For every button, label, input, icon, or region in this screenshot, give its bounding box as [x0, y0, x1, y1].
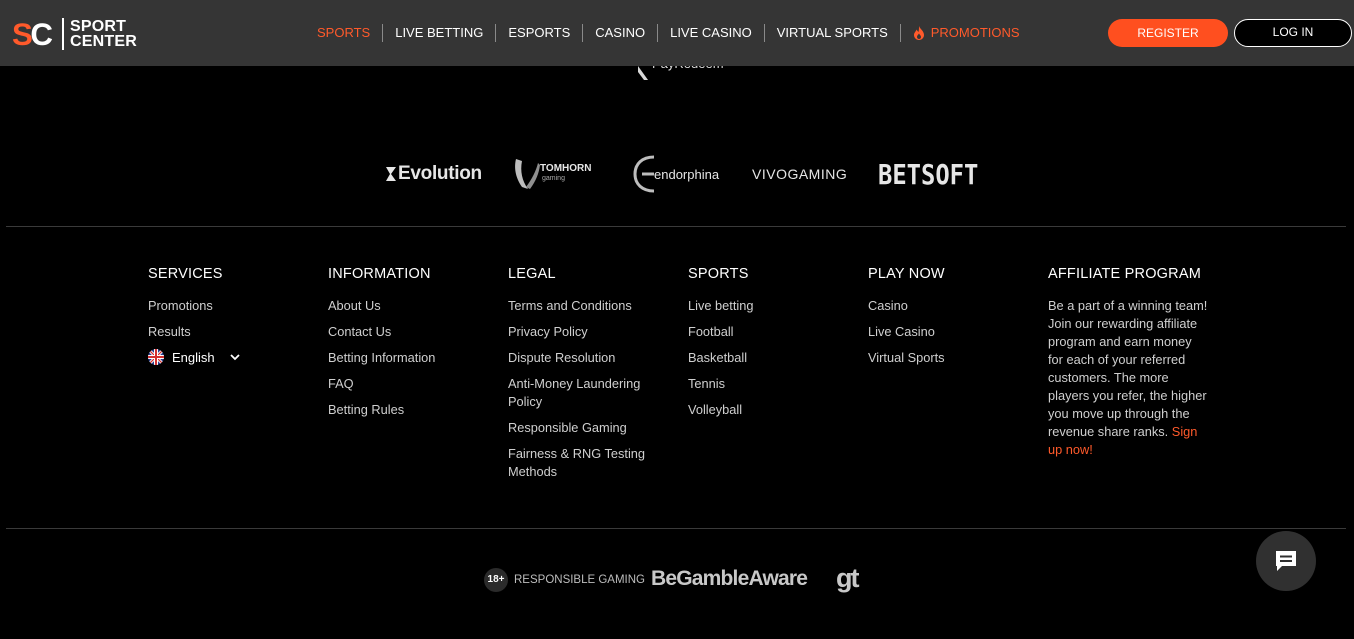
nav-casino[interactable]: CASINO — [582, 24, 657, 42]
tomhorn-horn-icon — [515, 159, 540, 189]
login-button[interactable]: LOG IN — [1234, 19, 1352, 47]
endorphina-logo: endorphina — [632, 150, 719, 198]
begambleaware-logo[interactable]: BeGambleAware — [651, 567, 808, 591]
footer-col-play-now: PLAY NOW Casino Live Casino Virtual Spor… — [868, 266, 1038, 375]
divider-top — [6, 226, 1346, 227]
footer-link-betting-information[interactable]: Betting Information — [328, 349, 498, 367]
evolution-label: Evolution — [398, 163, 482, 184]
chat-button[interactable] — [1256, 531, 1316, 591]
footer-link-aml[interactable]: Anti-Money Laundering Policy — [508, 375, 668, 411]
footer-col-sports: SPORTS Live betting Football Basketball … — [688, 266, 858, 427]
page: S C SPORT CENTER SPORTS LIVE BETTING ESP… — [0, 0, 1354, 639]
flame-icon — [913, 26, 924, 40]
footer-link-casino[interactable]: Casino — [868, 297, 1038, 315]
tomhorn-sub-label: gaming — [542, 175, 565, 182]
footer-link-fairness[interactable]: Fairness & RNG Testing Methods — [508, 445, 668, 481]
footer-col-affiliate: AFFILIATE PROGRAM Be a part of a winning… — [1048, 266, 1208, 459]
footer-col-information: INFORMATION About Us Contact Us Betting … — [328, 266, 498, 427]
footer-link-tennis[interactable]: Tennis — [688, 375, 858, 393]
footer-link-live-betting[interactable]: Live betting — [688, 297, 858, 315]
footer-link-volleyball[interactable]: Volleyball — [688, 401, 858, 419]
sc-logo-icon: S C — [12, 17, 53, 52]
nav-promotions[interactable]: PROMOTIONS — [899, 24, 1032, 42]
language-selector[interactable]: English — [148, 349, 318, 365]
register-button[interactable]: REGISTER — [1108, 19, 1228, 47]
betsoft-logo: BETSOFT — [878, 150, 978, 198]
footer-link-faq[interactable]: FAQ — [328, 375, 498, 393]
chevron-down-icon — [230, 354, 240, 361]
footer-link-about-us[interactable]: About Us — [328, 297, 498, 315]
footer-link-responsible-gaming[interactable]: Responsible Gaming — [508, 419, 668, 437]
footer-link-contact-us[interactable]: Contact Us — [328, 323, 498, 341]
language-label: English — [172, 349, 215, 365]
nav-live-betting[interactable]: LIVE BETTING — [382, 24, 495, 42]
age-18-badge: 18+ — [484, 568, 508, 592]
brand-logo[interactable]: S C SPORT CENTER — [12, 14, 137, 54]
footer-col-legal: LEGAL Terms and Conditions Privacy Polic… — [508, 266, 668, 489]
sports-heading: SPORTS — [688, 266, 749, 282]
evolution-mark-icon — [386, 167, 396, 181]
main-nav: SPORTS LIVE BETTING ESPORTS CASINO LIVE … — [305, 22, 1032, 44]
logo-divider — [62, 18, 65, 50]
top-header: S C SPORT CENTER SPORTS LIVE BETTING ESP… — [0, 0, 1354, 66]
footer-link-football[interactable]: Football — [688, 323, 858, 341]
nav-live-casino[interactable]: LIVE CASINO — [657, 24, 764, 42]
chat-icon — [1276, 551, 1296, 571]
nav-virtual-sports[interactable]: VIRTUAL SPORTS — [763, 24, 900, 42]
svg-text:C: C — [30, 17, 53, 52]
legal-heading: LEGAL — [508, 266, 556, 282]
gt-logo[interactable]: gt — [836, 563, 860, 594]
brand-name-line2: CENTER — [70, 33, 137, 50]
tomhorn-label: TOMHORN — [540, 163, 592, 174]
nav-sports[interactable]: SPORTS — [305, 24, 382, 42]
footer-link-live-casino[interactable]: Live Casino — [868, 323, 1038, 341]
nav-promotions-label: PROMOTIONS — [930, 25, 1020, 40]
vivogaming-label: VIVOGAMING — [752, 166, 848, 182]
footer-col-services: SERVICES Promotions Results English — [148, 266, 318, 365]
vivogaming-logo: VIVOGAMING — [752, 150, 847, 198]
information-heading: INFORMATION — [328, 266, 431, 282]
tomhorn-logo: TOMHORN gaming — [512, 150, 591, 198]
footer-link-promotions[interactable]: Promotions — [148, 297, 318, 315]
provider-logos: Evolution TOMHORN gaming endorphina VIVO… — [0, 150, 1354, 198]
brand-name-line1: SPORT — [70, 18, 127, 35]
footer-link-terms[interactable]: Terms and Conditions — [508, 297, 668, 315]
divider-bottom — [6, 528, 1346, 529]
affiliate-text: Be a part of a winning team! Join our re… — [1048, 298, 1208, 439]
endorphina-label: endorphina — [654, 166, 720, 182]
services-heading: SERVICES — [148, 266, 223, 282]
affiliate-description: Be a part of a winning team! Join our re… — [1048, 297, 1208, 459]
footer-link-virtual-sports[interactable]: Virtual Sports — [868, 349, 1038, 367]
responsible-gaming-label[interactable]: RESPONSIBLE GAMING — [514, 574, 645, 586]
betsoft-label: BETSOFT — [878, 157, 979, 191]
affiliate-heading: AFFILIATE PROGRAM — [1048, 266, 1201, 282]
footer-link-basketball[interactable]: Basketball — [688, 349, 858, 367]
footer-link-results[interactable]: Results — [148, 323, 318, 341]
brand-name: SPORT CENTER — [70, 18, 137, 50]
play-now-heading: PLAY NOW — [868, 266, 945, 282]
footer-link-betting-rules[interactable]: Betting Rules — [328, 401, 498, 419]
nav-esports[interactable]: ESPORTS — [495, 24, 582, 42]
footer-link-privacy[interactable]: Privacy Policy — [508, 323, 668, 341]
footer-link-dispute[interactable]: Dispute Resolution — [508, 349, 668, 367]
uk-flag-icon — [148, 349, 164, 365]
evolution-logo: Evolution — [385, 150, 482, 198]
